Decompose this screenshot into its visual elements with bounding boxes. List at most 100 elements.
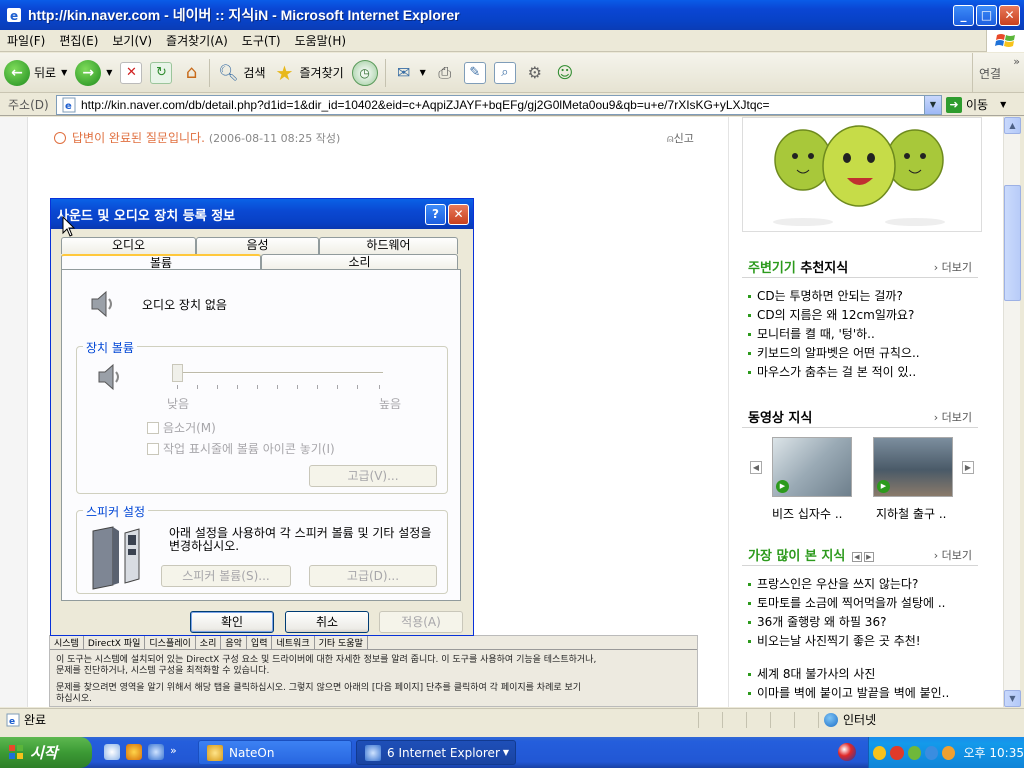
home-button[interactable]: ⌂ <box>176 56 206 90</box>
refresh-button[interactable]: ↻ <box>146 56 176 90</box>
list-item[interactable]: 마우스가 춤추는 걸 본 적이 있.. <box>748 363 920 382</box>
slider-thumb[interactable] <box>172 364 183 382</box>
dialog-close-button[interactable]: ✕ <box>448 204 469 225</box>
list-item[interactable]: 이마를 벽에 붙이고 발끝을 벽에 붙인.. <box>748 684 949 703</box>
ok-button[interactable]: 확인 <box>190 611 274 633</box>
forward-button[interactable]: → ▼ <box>71 56 116 90</box>
ie-quicklaunch-icon[interactable] <box>148 744 164 760</box>
task-nateon[interactable]: NateOn <box>198 740 352 765</box>
more-link[interactable]: 더보기 <box>934 259 972 275</box>
slider-tick <box>237 385 238 389</box>
menu-view[interactable]: 보기(V) <box>105 32 159 49</box>
connect-toolbar[interactable]: 연결 » <box>972 53 1024 93</box>
maximize-button[interactable]: □ <box>976 5 997 26</box>
forward-dropdown-icon[interactable]: ▼ <box>106 68 112 77</box>
history-button[interactable]: ◷ <box>348 56 382 90</box>
list-item[interactable]: 프랑스인은 우산을 쓰지 않는다? <box>748 575 949 594</box>
list-item[interactable]: CD의 지름은 왜 12cm일까요? <box>748 306 920 325</box>
video-caption[interactable]: 지하철 출구 .. <box>876 505 946 522</box>
scroll-thumb[interactable] <box>1004 185 1021 301</box>
url-text[interactable]: http://kin.naver.com/db/detail.php?d1id=… <box>81 98 924 112</box>
print-button[interactable]: ⎙ <box>430 56 460 90</box>
back-dropdown-icon[interactable]: ▼ <box>61 68 67 77</box>
next-video-button[interactable]: ▶ <box>962 461 974 474</box>
messenger-button[interactable]: ☺ <box>550 56 580 90</box>
next-page-icon[interactable]: ▶ <box>863 551 874 562</box>
menu-edit[interactable]: 편집(E) <box>52 32 105 49</box>
system-tray: 오후 10:35 <box>868 737 1024 768</box>
mail-button[interactable]: ✉ ▼ <box>389 56 430 90</box>
search-quicklaunch-icon[interactable] <box>104 744 120 760</box>
go-button[interactable]: ➜ 이동 ▼ <box>946 96 1006 113</box>
scroll-down-icon[interactable]: ▼ <box>1004 690 1021 707</box>
tray-icon[interactable] <box>924 745 939 760</box>
more-link[interactable]: 더보기 <box>934 547 972 563</box>
menu-favorites[interactable]: 즐겨찾기(A) <box>159 32 235 49</box>
cancel-button[interactable]: 취소 <box>285 611 369 633</box>
slider-tick <box>357 385 358 389</box>
list-item[interactable]: 세계 8대 불가사의 사진 <box>748 665 949 684</box>
dialog-tabs-top: 오디오 음성 하드웨어 <box>61 237 458 254</box>
dialog-title-bar[interactable]: 사운드 및 오디오 장치 등록 정보 ? ✕ <box>51 199 473 229</box>
more-link[interactable]: 더보기 <box>934 409 972 425</box>
tab-hardware[interactable]: 하드웨어 <box>319 237 458 254</box>
research-button[interactable]: ⌕ <box>490 56 520 90</box>
play-icon: ▶ <box>877 480 890 493</box>
edit-button[interactable]: ✎ <box>460 56 490 90</box>
search-button[interactable]: 🔍︎ 검색 <box>213 56 269 90</box>
mail-dropdown-icon[interactable]: ▼ <box>420 68 426 77</box>
dxdiag-line: 문제를 찾으려면 영역을 알기 위해서 해당 탭을 클릭하십시오. 그렇지 않으… <box>56 683 582 693</box>
prev-page-icon[interactable]: ◀ <box>851 551 862 562</box>
menu-help[interactable]: 도움말(H) <box>288 32 354 49</box>
discuss-button[interactable]: ⚙ <box>520 56 550 90</box>
address-field[interactable]: e http://kin.naver.com/db/detail.php?d1i… <box>56 95 942 115</box>
tray-icon[interactable] <box>942 745 956 760</box>
list-item[interactable]: CD는 투명하면 안되는 걸까? <box>748 287 920 306</box>
dxdiag-tabs: 시스템 DirectX 파일 디스플레이 소리 음악 입력 네트워크 기타 도움… <box>50 636 697 650</box>
clock[interactable]: 오후 10:35 <box>963 744 1023 761</box>
tab-audio[interactable]: 오디오 <box>61 237 196 254</box>
mute-checkbox[interactable]: 음소거(M) <box>147 419 216 436</box>
video-thumbnail[interactable]: ▶ <box>772 437 852 497</box>
media-quicklaunch-icon[interactable] <box>126 744 142 760</box>
task-internet-explorer[interactable]: 6 Internet Explorer ▼ <box>356 740 516 765</box>
advanced-speaker-button[interactable]: 고급(D)... <box>309 565 437 587</box>
minimize-button[interactable]: _ <box>953 5 974 26</box>
list-item[interactable]: 모니터를 켤 때, '텅'하.. <box>748 325 920 344</box>
list-item[interactable]: 36개 줄행랑 왜 하필 36? <box>748 613 949 632</box>
quicklaunch-more-icon[interactable]: » <box>170 744 186 760</box>
scroll-up-icon[interactable]: ▲ <box>1004 117 1021 134</box>
advanced-volume-button[interactable]: 고급(V)... <box>309 465 437 487</box>
toolbar-separator <box>384 58 386 87</box>
close-button[interactable]: ✕ <box>999 5 1020 26</box>
window-title-bar[interactable]: e http://kin.naver.com - 네이버 :: 지식iN - M… <box>0 0 1024 30</box>
tray-icon[interactable] <box>907 745 921 760</box>
apply-button[interactable]: 적용(A) <box>379 611 463 633</box>
links-dropdown-icon[interactable]: ▼ <box>1000 100 1006 109</box>
back-button[interactable]: ← 뒤로 ▼ <box>0 56 71 90</box>
menu-tools[interactable]: 도구(T) <box>235 32 288 49</box>
list-item[interactable]: 키보드의 알파벳은 어떤 규칙으.. <box>748 344 920 363</box>
language-bar-icon[interactable] <box>838 743 856 761</box>
tray-icon-checkbox[interactable]: 작업 표시줄에 볼륨 아이콘 놓기(I) <box>147 440 335 457</box>
favorites-button[interactable]: ★ 즐겨찾기 <box>270 56 348 90</box>
dialog-help-button[interactable]: ? <box>425 204 446 225</box>
address-dropdown-icon[interactable]: ▼ <box>924 96 941 114</box>
video-thumbnail[interactable]: ▶ <box>873 437 953 497</box>
prev-video-button[interactable]: ◀ <box>750 461 762 474</box>
tray-icon[interactable] <box>873 745 887 760</box>
group-dropdown-icon[interactable]: ▼ <box>503 748 509 757</box>
toolbar-more-icon[interactable]: » <box>1013 55 1020 68</box>
start-button[interactable]: 시작 <box>0 737 92 768</box>
report-link[interactable]: ⍝신고 <box>667 130 694 146</box>
vertical-scrollbar[interactable]: ▲ ▼ <box>1003 117 1021 707</box>
video-caption[interactable]: 비즈 십자수 .. <box>772 505 842 522</box>
list-item[interactable]: 토마토를 소금에 찍어먹을까 설탕에 .. <box>748 594 949 613</box>
tray-icon[interactable] <box>890 745 904 760</box>
stop-button[interactable]: ✕ <box>116 56 146 90</box>
menu-file[interactable]: 파일(F) <box>0 32 52 49</box>
mascot-banner[interactable] <box>742 117 982 232</box>
speaker-volume-button[interactable]: 스피커 볼륨(S)... <box>161 565 291 587</box>
tab-voice[interactable]: 음성 <box>196 237 319 254</box>
list-item[interactable]: 비오는날 사진찍기 좋은 곳 추천! <box>748 632 949 651</box>
